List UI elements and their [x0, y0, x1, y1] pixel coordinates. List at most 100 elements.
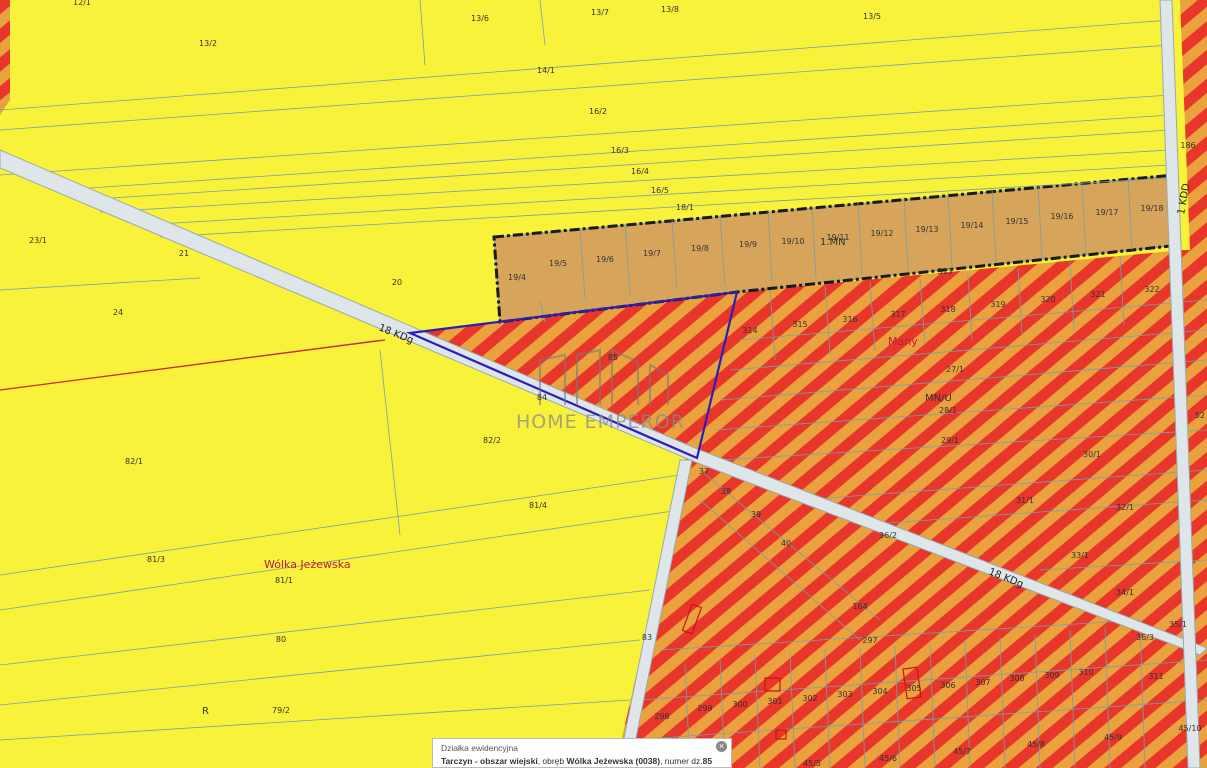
parcel-label[interactable]: 45/9: [1104, 733, 1122, 742]
parcel-label[interactable]: 314: [742, 326, 757, 335]
parcel-label[interactable]: 307: [975, 678, 990, 687]
zone-label: R: [202, 706, 209, 717]
parcel-label[interactable]: 301: [767, 697, 782, 706]
parcel-label[interactable]: 16/4: [631, 167, 649, 176]
parcel-label[interactable]: 310: [1078, 668, 1093, 677]
parcel-label[interactable]: 315: [792, 320, 807, 329]
parcel-label[interactable]: 308: [1009, 674, 1024, 683]
parcel-label[interactable]: 37: [699, 467, 709, 476]
parcel-label[interactable]: 32/1: [1116, 503, 1134, 512]
parcel-label[interactable]: 19/6: [596, 255, 614, 264]
parcel-label[interactable]: 27/1: [946, 365, 964, 374]
parcel-label[interactable]: 19/13: [915, 225, 938, 234]
parcel-label[interactable]: 28/1: [939, 406, 957, 415]
parcel-label[interactable]: 34/1: [1116, 588, 1134, 597]
parcel-label[interactable]: 18/1: [676, 203, 694, 212]
parcel-label[interactable]: 81/4: [529, 501, 547, 510]
parcel-info-popup: × Działka ewidencyjna Tarczyn - obszar w…: [432, 738, 732, 768]
parcel-label[interactable]: 29/1: [941, 436, 959, 445]
close-icon[interactable]: ×: [716, 741, 727, 752]
parcel-label[interactable]: 302: [802, 694, 817, 703]
parcel-label[interactable]: 52: [1195, 411, 1205, 420]
parcel-label[interactable]: 19/5: [549, 259, 567, 268]
parcel-label[interactable]: 83: [642, 633, 652, 642]
parcel-label[interactable]: 304: [872, 687, 887, 696]
parcel-label[interactable]: 13/6: [471, 14, 489, 23]
parcel-label[interactable]: 81/1: [275, 576, 293, 585]
parcel-label[interactable]: 19/14: [960, 221, 983, 230]
watermark-text: HOME EMPEROR: [516, 411, 685, 433]
parcel-label[interactable]: 300: [732, 700, 747, 709]
parcel-label[interactable]: 84: [537, 393, 547, 402]
parcel-label[interactable]: 23/1: [29, 236, 47, 245]
parcel-label[interactable]: 19/16: [1050, 212, 1073, 221]
parcel-label[interactable]: 186: [1180, 141, 1195, 150]
parcel-label[interactable]: 45/8: [1027, 740, 1045, 749]
parcel-label[interactable]: 39: [751, 510, 761, 519]
parcel-label[interactable]: 33/1: [1071, 551, 1089, 560]
parcel-label[interactable]: 321: [1090, 290, 1105, 299]
parcel-label[interactable]: 36/2: [879, 531, 897, 540]
map-canvas[interactable]: HOME EMPEROR 12/1 13/2 13/6 13/7 13/8 13/5 14/…: [0, 0, 1207, 768]
popup-parcel-info: Tarczyn - obszar wiejski, obręb Wólka Je…: [441, 755, 723, 768]
parcel-label[interactable]: 36/3: [1136, 633, 1154, 642]
parcel-label[interactable]: 298: [654, 712, 669, 721]
parcel-label[interactable]: 13/8: [661, 5, 679, 14]
parcel-label[interactable]: 81/3: [147, 555, 165, 564]
parcel-label[interactable]: 45/10: [1178, 724, 1201, 733]
parcel-label[interactable]: 19/15: [1005, 217, 1028, 226]
popup-obreb: Wólka Jeżewska (0038): [566, 756, 661, 766]
parcel-label[interactable]: 19/18: [1140, 204, 1163, 213]
parcel-label[interactable]: 30/1: [1083, 450, 1101, 459]
map-viewer[interactable]: HOME EMPEROR 12/1 13/2 13/6 13/7 13/8 13/5 14/…: [0, 0, 1207, 768]
parcel-label[interactable]: 19/12: [870, 229, 893, 238]
parcel-label[interactable]: 13/5: [863, 12, 881, 21]
parcel-label[interactable]: 79/2: [272, 706, 290, 715]
parcel-label[interactable]: 313: [937, 267, 952, 276]
parcel-label[interactable]: 14/1: [537, 66, 555, 75]
parcel-label[interactable]: 318: [940, 305, 955, 314]
parcel-label[interactable]: 320: [1040, 295, 1055, 304]
parcel-label[interactable]: 45/7: [953, 747, 971, 756]
parcel-label[interactable]: 16/5: [651, 186, 669, 195]
parcel-label[interactable]: 16/2: [589, 107, 607, 116]
parcel-label[interactable]: 31/1: [1016, 496, 1034, 505]
parcel-label[interactable]: 16/3: [611, 146, 629, 155]
parcel-label[interactable]: 45/5: [803, 759, 821, 768]
parcel-label[interactable]: 19/10: [781, 237, 804, 246]
parcel-label[interactable]: 19/9: [739, 240, 757, 249]
parcel-label[interactable]: 316: [842, 315, 857, 324]
parcel-label[interactable]: 309: [1044, 671, 1059, 680]
parcel-label[interactable]: 24: [113, 308, 123, 317]
parcel-label[interactable]: 19/7: [643, 249, 661, 258]
parcel-label[interactable]: 19/17: [1095, 208, 1118, 217]
parcel-label[interactable]: 13/2: [199, 39, 217, 48]
parcel-label[interactable]: 85: [608, 353, 618, 362]
parcel-label[interactable]: 311: [1148, 672, 1163, 681]
parcel-label[interactable]: 184: [852, 602, 867, 611]
parcel-label[interactable]: 306: [940, 681, 955, 690]
parcel-label[interactable]: 40: [781, 539, 791, 548]
parcel-label[interactable]: 21: [179, 249, 189, 258]
parcel-label[interactable]: 80: [276, 635, 286, 644]
parcel-label[interactable]: 297: [862, 636, 877, 645]
parcel-label[interactable]: 322: [1144, 285, 1159, 294]
parcel-label[interactable]: 303: [837, 690, 852, 699]
parcel-label[interactable]: 305: [906, 684, 921, 693]
popup-numer: 85: [702, 756, 713, 766]
parcel-label[interactable]: 12/1: [73, 0, 91, 7]
parcel-label[interactable]: 45/6: [879, 754, 897, 763]
parcel-label[interactable]: 13/7: [591, 8, 609, 17]
parcel-label[interactable]: 82/1: [125, 457, 143, 466]
parcel-label[interactable]: 299: [697, 704, 712, 713]
parcel-label[interactable]: 38: [721, 487, 731, 496]
parcel-label[interactable]: 20: [392, 278, 402, 287]
place-label: Wólka Jeżewska: [264, 558, 351, 571]
parcel-label[interactable]: 317: [890, 310, 905, 319]
parcel-label[interactable]: 35/1: [1169, 620, 1187, 629]
residential-zone-edge: [0, 0, 10, 115]
parcel-label[interactable]: 19/4: [508, 273, 526, 282]
parcel-label[interactable]: 19/8: [691, 244, 709, 253]
parcel-label[interactable]: 319: [990, 300, 1005, 309]
parcel-label[interactable]: 82/2: [483, 436, 501, 445]
